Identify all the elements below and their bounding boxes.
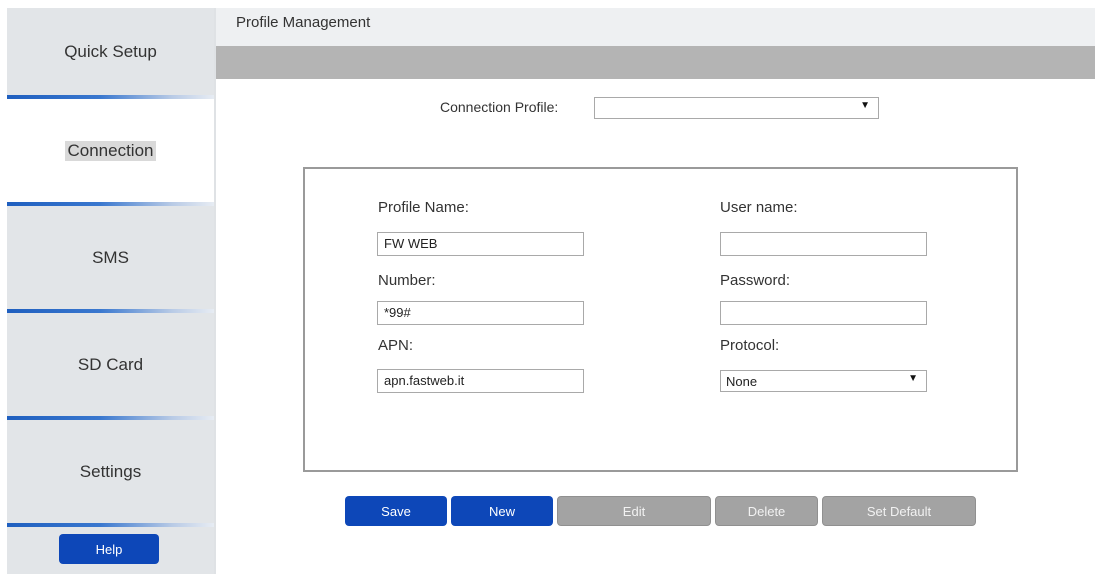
page-header: Profile Management — [216, 8, 1095, 46]
apn-label: APN: — [378, 337, 414, 354]
sidebar-item-label: SD Card — [77, 354, 144, 374]
sidebar-item-quick-setup[interactable]: Quick Setup — [7, 8, 214, 95]
sidebar-item-connection[interactable]: Connection — [7, 99, 214, 202]
sidebar-item-label: Quick Setup — [64, 41, 157, 61]
user-name-label: User name: — [720, 199, 798, 216]
dropdown-arrow-icon: ▼ — [908, 373, 918, 384]
sidebar-item-sd-card[interactable]: SD Card — [7, 313, 214, 416]
dropdown-arrow-icon: ▼ — [860, 100, 870, 111]
user-name-field[interactable] — [720, 232, 927, 256]
apn-field[interactable]: apn.fastweb.it — [377, 369, 584, 393]
password-field[interactable] — [720, 301, 927, 325]
profile-name-label: Profile Name: — [378, 199, 469, 216]
page-title: Profile Management — [236, 14, 371, 31]
protocol-select[interactable]: None ▼ — [720, 370, 927, 392]
header-bar — [216, 46, 1095, 79]
password-label: Password: — [720, 272, 791, 289]
new-button[interactable]: New — [451, 496, 553, 526]
sidebar-item-label: Connection — [65, 140, 156, 161]
sidebar-item-sms[interactable]: SMS — [7, 206, 214, 309]
connection-profile-label: Connection Profile: — [440, 99, 559, 115]
set-default-button[interactable]: Set Default — [822, 496, 976, 526]
save-button[interactable]: Save — [345, 496, 447, 526]
help-button[interactable]: Help — [59, 534, 159, 564]
profile-name-field[interactable]: FW WEB — [377, 232, 584, 256]
protocol-label: Protocol: — [720, 337, 780, 354]
sidebar-divider — [214, 8, 216, 574]
sidebar-item-label: SMS — [92, 247, 129, 267]
sidebar-item-label: Settings — [79, 461, 142, 481]
edit-button[interactable]: Edit — [557, 496, 711, 526]
protocol-value: None — [726, 374, 758, 389]
number-field[interactable]: *99# — [377, 301, 584, 325]
delete-button[interactable]: Delete — [715, 496, 818, 526]
sidebar: Quick Setup Connection SMS SD Card Setti… — [7, 8, 214, 574]
sidebar-item-settings[interactable]: Settings — [7, 420, 214, 523]
number-label: Number: — [378, 272, 436, 289]
connection-profile-select[interactable]: ▼ — [594, 97, 879, 119]
